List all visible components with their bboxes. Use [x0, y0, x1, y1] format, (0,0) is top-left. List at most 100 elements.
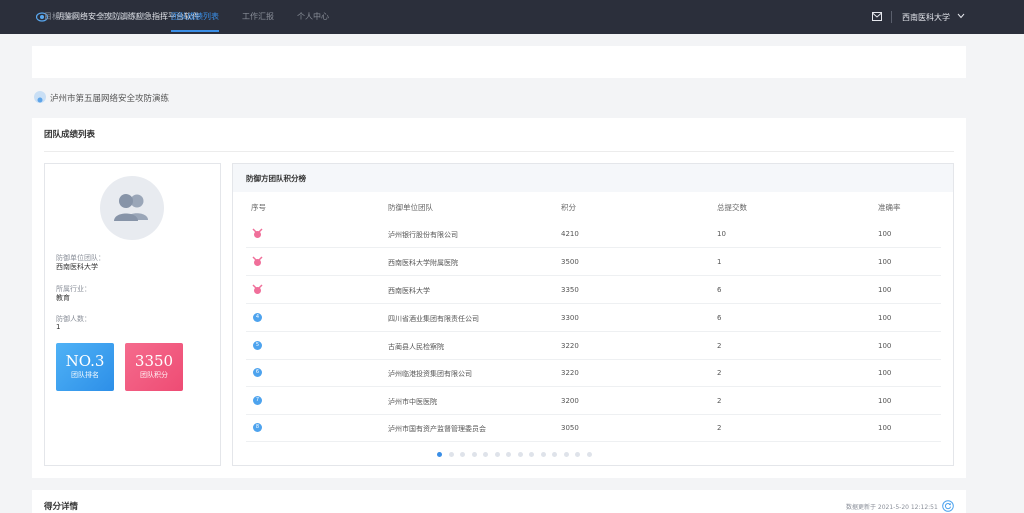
- user-menu-name[interactable]: 西南医科大学: [902, 12, 950, 23]
- topbar-divider: [891, 11, 892, 23]
- tab-target-system[interactable]: 目标系统: [44, 11, 76, 22]
- table-row[interactable]: 6 泸州临港投资集团有限公司 3220 2 100: [246, 359, 941, 387]
- pagination-dot[interactable]: [563, 452, 569, 457]
- table-row[interactable]: 7 泸州市中医医院 3200 2 100: [246, 387, 941, 415]
- column-header-team: 防御单位团队: [388, 203, 433, 212]
- team-industry-value: 教育: [56, 294, 70, 302]
- team-score-card: 3350 团队积分: [125, 343, 183, 391]
- table-row[interactable]: 西南医科大学附属医院 3500 1 100: [246, 248, 941, 276]
- rank-badge: 8: [253, 423, 262, 432]
- pagination-dot[interactable]: [460, 452, 465, 457]
- table-row[interactable]: 5 古蔺县人民检察院 3220 2 100: [246, 332, 941, 360]
- table-row[interactable]: 泸州银行股份有限公司 4210 10 100: [246, 220, 941, 248]
- team-cell: 四川省酒业集团有限责任公司: [388, 315, 479, 323]
- chevron-down-icon[interactable]: [957, 13, 965, 19]
- pagination-dots: [437, 452, 598, 458]
- score-cell: 3350: [561, 286, 579, 294]
- score-cell: 3050: [561, 424, 579, 432]
- table-row[interactable]: 西南医科大学 3350 6 100: [246, 276, 941, 304]
- team-cell: 泸州银行股份有限公司: [388, 231, 458, 239]
- submissions-cell: 6: [717, 286, 722, 294]
- pagination-dot[interactable]: [483, 452, 488, 457]
- team-cell: 古蔺县人民检察院: [388, 343, 444, 351]
- submissions-cell: 2: [717, 397, 722, 405]
- column-header-submissions: 总提交数: [717, 203, 747, 212]
- tab-team-scores[interactable]: 团队成绩列表: [171, 11, 219, 22]
- accuracy-cell: 100: [878, 258, 892, 266]
- column-header-rank: 序号: [251, 203, 266, 212]
- pagination-dot[interactable]: [471, 452, 477, 457]
- accuracy-cell: 100: [878, 424, 892, 432]
- pagination-dot[interactable]: [448, 452, 454, 457]
- accuracy-cell: 100: [878, 342, 892, 350]
- team-unit-value: 西南医科大学: [56, 263, 98, 271]
- score-cell: 3220: [561, 369, 579, 377]
- pagination-dot[interactable]: [575, 452, 580, 457]
- nav-tabs: [32, 46, 966, 78]
- accuracy-cell: 100: [878, 397, 892, 405]
- medal-icon: [252, 256, 263, 266]
- medal-icon: [252, 284, 263, 294]
- submissions-cell: 2: [717, 369, 722, 377]
- pagination-dot[interactable]: [529, 452, 534, 457]
- pagination-dot[interactable]: [506, 452, 511, 457]
- accuracy-cell: 100: [878, 230, 892, 238]
- team-rank-caption: 团队排名: [71, 371, 99, 379]
- score-cell: 3300: [561, 314, 579, 322]
- submissions-cell: 1: [717, 258, 722, 266]
- rank-badge: 4: [253, 313, 262, 322]
- drill-title: 泸州市第五届网络安全攻防演练: [50, 94, 170, 104]
- score-detail-title: 得分详情: [44, 502, 79, 512]
- team-score-caption: 团队积分: [140, 371, 168, 379]
- team-cell: 泸州市中医医院: [388, 398, 437, 406]
- top-bar: 明鉴网络安全攻防演练应急指挥平台软件 西南医科大学: [0, 0, 1024, 34]
- team-cell: 泸州市国有资产监督管理委员会: [388, 425, 486, 433]
- tab-defense-results[interactable]: 防御成果列表: [99, 11, 147, 22]
- team-cell: 泸州临港投资集团有限公司: [388, 370, 472, 378]
- accuracy-cell: 100: [878, 369, 892, 377]
- pagination-dot[interactable]: [586, 452, 592, 457]
- submissions-cell: 6: [717, 314, 722, 322]
- team-score-value: 3350: [134, 352, 174, 370]
- drill-badge-icon: [34, 91, 46, 103]
- team-members-value: 1: [56, 323, 61, 331]
- active-tab-indicator: [171, 30, 219, 32]
- avatar: [100, 176, 164, 240]
- team-members-label: 防御人数：: [56, 315, 91, 323]
- column-header-score: 积分: [561, 203, 576, 212]
- team-rank-card: NO.3 团队排名: [56, 343, 114, 391]
- team-rank-value: NO.3: [65, 352, 105, 370]
- pagination-dot[interactable]: [540, 452, 546, 457]
- submissions-cell: 2: [717, 424, 722, 432]
- score-cell: 3200: [561, 397, 579, 405]
- tab-personal-center[interactable]: 个人中心: [297, 11, 329, 22]
- score-detail-card: [32, 490, 966, 513]
- accuracy-cell: 100: [878, 286, 892, 294]
- rank-badge: 6: [253, 368, 262, 377]
- score-cell: 3500: [561, 258, 579, 266]
- rank-badge: 7: [253, 396, 262, 405]
- section-divider: [44, 151, 954, 152]
- medal-icon: [252, 228, 263, 238]
- pagination-dot[interactable]: [517, 452, 523, 457]
- score-cell: 3220: [561, 342, 579, 350]
- rank-badge: 5: [253, 341, 262, 350]
- score-cell: 4210: [561, 230, 579, 238]
- table-row[interactable]: 8 泸州市国有资产监督管理委员会 3050 2 100: [246, 414, 941, 442]
- table-row[interactable]: 4 四川省酒业集团有限责任公司 3300 6 100: [246, 304, 941, 332]
- accuracy-cell: 100: [878, 314, 892, 322]
- column-header-accuracy: 准确率: [878, 203, 901, 212]
- refresh-icon[interactable]: [942, 500, 954, 512]
- ranking-header: [233, 164, 953, 192]
- update-timestamp: 数据更新于 2021-5-20 12:12:51: [846, 504, 938, 511]
- ranking-title: 防御方团队积分榜: [246, 174, 306, 183]
- pagination-dot[interactable]: [437, 452, 442, 457]
- tab-work-report[interactable]: 工作汇报: [242, 11, 274, 22]
- mail-icon[interactable]: [872, 12, 882, 21]
- team-cell: 西南医科大学附属医院: [388, 259, 458, 267]
- submissions-cell: 2: [717, 342, 722, 350]
- submissions-cell: 10: [717, 230, 726, 238]
- pagination-dot[interactable]: [494, 452, 500, 457]
- team-cell: 西南医科大学: [388, 287, 430, 295]
- pagination-dot[interactable]: [552, 452, 557, 457]
